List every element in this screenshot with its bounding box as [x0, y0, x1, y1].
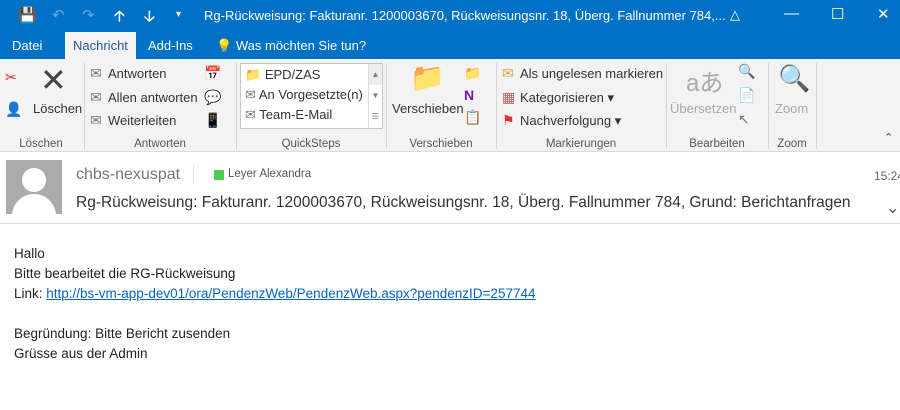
lightbulb-icon: 💡	[216, 38, 233, 53]
quicksteps-scrollbar[interactable]: ▲ ▼ ☰	[368, 64, 382, 128]
flag-icon: ⚑	[502, 112, 515, 128]
group-label-bearbeiten: Bearbeiten	[689, 138, 745, 150]
zoom-button[interactable]: Zoom	[775, 101, 808, 116]
followup-label: Nachverfolgung	[520, 113, 612, 128]
next-item-icon[interactable]: 🡣	[144, 6, 155, 31]
save-icon[interactable]: 💾	[18, 6, 37, 24]
related-icon[interactable]: 📄	[738, 87, 755, 104]
forward-icon: ✉	[90, 112, 102, 128]
body-reason: Begründung: Bitte Bericht zusenden	[14, 326, 231, 341]
categorize-label: Kategorisieren	[520, 90, 604, 105]
group-label-zoom: Zoom	[777, 138, 807, 150]
ignore-icon[interactable]: ✂	[5, 69, 17, 86]
received-time: 15:24	[874, 169, 900, 183]
group-label-antworten: Antworten	[134, 138, 186, 150]
select-icon[interactable]: ↖	[738, 111, 750, 128]
body-link-line: Link: http://bs-vm-app-dev01/ora/Pendenz…	[14, 286, 536, 301]
undo-icon[interactable]: ↶	[52, 6, 65, 24]
quickstep-label: EPD/ZAS	[264, 67, 321, 82]
delete-icon[interactable]: ✕	[40, 61, 67, 99]
pendenz-link[interactable]: http://bs-vm-app-dev01/ora/PendenzWeb/Pe…	[46, 286, 535, 301]
quickstep-vorgesetzte[interactable]: ✉ An Vorgesetzte(n)	[245, 87, 363, 103]
categorize-button[interactable]: Kategorisieren ▾	[520, 90, 614, 106]
redo-icon[interactable]: ↷	[82, 6, 95, 24]
unread-icon: ✉	[502, 65, 514, 81]
junk-icon[interactable]: 👤	[5, 101, 22, 118]
mark-unread-button[interactable]: Als ungelesen markieren	[520, 66, 663, 81]
body-line: Bitte bearbeitet die RG-Rückweisung	[14, 266, 236, 281]
link-label: Link:	[14, 286, 47, 301]
translate-icon[interactable]: aあ	[686, 63, 723, 98]
reply-icon: ✉	[90, 65, 102, 81]
mail-forward-icon: ✉	[245, 87, 256, 102]
mail-icon: ✉	[245, 107, 256, 122]
collapse-ribbon-icon[interactable]: ⌃	[884, 131, 893, 144]
tell-me-search[interactable]: 💡 Was möchten Sie tun?	[208, 32, 374, 59]
message-subject: Rg-Rückweisung: Fakturanr. 1200003670, R…	[76, 194, 851, 211]
tab-datei[interactable]: Datei	[4, 32, 50, 59]
actions-icon[interactable]: 📋	[464, 109, 481, 126]
tell-me-label: Was möchten Sie tun?	[235, 38, 367, 53]
customize-toolbar-icon[interactable]: ▾	[176, 9, 181, 20]
ribbon-display-options-icon[interactable]: △	[730, 7, 740, 23]
title-bar: 💾 ↶ ↷ 🡡 🡣 ▾ Rg-Rückweisung: Fakturanr. 1…	[0, 0, 900, 32]
recipient-name[interactable]: Leyer Alexandra	[228, 168, 311, 180]
move-folder-icon[interactable]: 📁	[410, 61, 445, 94]
reply-button[interactable]: Antworten	[108, 66, 167, 81]
close-icon[interactable]: ✕	[877, 5, 890, 23]
body-greeting: Hallo	[14, 246, 45, 261]
ribbon: ✂ 👤 ✕ Löschen Löschen ✉ Antworten ✉ Alle…	[0, 59, 900, 152]
group-label-markierungen: Markierungen	[545, 138, 617, 150]
more-respond-icon[interactable]: 📱	[204, 112, 221, 129]
maximize-icon[interactable]: ☐	[831, 5, 844, 23]
ribbon-tabs: Datei Nachricht Add-Ins 💡 Was möchten Si…	[0, 32, 900, 59]
minimize-icon[interactable]: —	[784, 5, 799, 22]
group-label-quicksteps: QuickSteps	[281, 138, 341, 150]
presence-icon	[214, 170, 224, 180]
forward-button[interactable]: Weiterleiten	[108, 113, 176, 128]
quicksteps-gallery: 📁 EPD/ZAS ✉ An Vorgesetzte(n) ✉ Team-E-M…	[240, 63, 383, 129]
delete-button[interactable]: Löschen	[33, 101, 82, 116]
group-label-verschieben: Verschieben	[409, 138, 473, 150]
tab-add-ins[interactable]: Add-Ins	[140, 32, 201, 59]
previous-item-icon[interactable]: 🡡	[114, 6, 125, 31]
expand-header-icon[interactable]: ⌄	[886, 198, 899, 218]
find-icon[interactable]: 🔍	[738, 63, 755, 80]
reply-all-icon: ✉	[90, 89, 102, 105]
quickstep-epd-zas[interactable]: 📁 EPD/ZAS	[245, 67, 320, 83]
followup-button[interactable]: Nachverfolgung ▾	[520, 113, 621, 129]
meeting-icon[interactable]: 📅	[204, 65, 221, 82]
window-title: Rg-Rückweisung: Fakturanr. 1200003670, R…	[204, 8, 726, 23]
zoom-icon[interactable]: 🔍	[778, 63, 810, 94]
message-header: chbs-nexuspat Leyer Alexandra 15:24 Rg-R…	[0, 152, 900, 224]
im-icon[interactable]: 💬	[204, 89, 221, 106]
move-button[interactable]: Verschieben	[392, 101, 464, 116]
categorize-icon: ▦	[502, 89, 516, 105]
avatar	[6, 160, 62, 214]
folder-icon: 📁	[245, 67, 262, 82]
rules-icon[interactable]: 📁	[464, 65, 481, 82]
sender-name[interactable]: chbs-nexuspat	[76, 166, 180, 184]
quickstep-team-email[interactable]: ✉ Team-E-Mail	[245, 107, 332, 123]
translate-button[interactable]: Übersetzen	[670, 101, 736, 116]
quickstep-label: Team-E-Mail	[259, 107, 333, 122]
tab-nachricht[interactable]: Nachricht	[65, 32, 136, 59]
quickstep-label: An Vorgesetzte(n)	[258, 87, 363, 102]
body-closing: Grüsse aus der Admin	[14, 346, 148, 361]
onenote-icon[interactable]: N	[464, 87, 474, 103]
reply-all-button[interactable]: Allen antworten	[108, 90, 198, 105]
group-label-loeschen: Löschen	[19, 138, 63, 150]
